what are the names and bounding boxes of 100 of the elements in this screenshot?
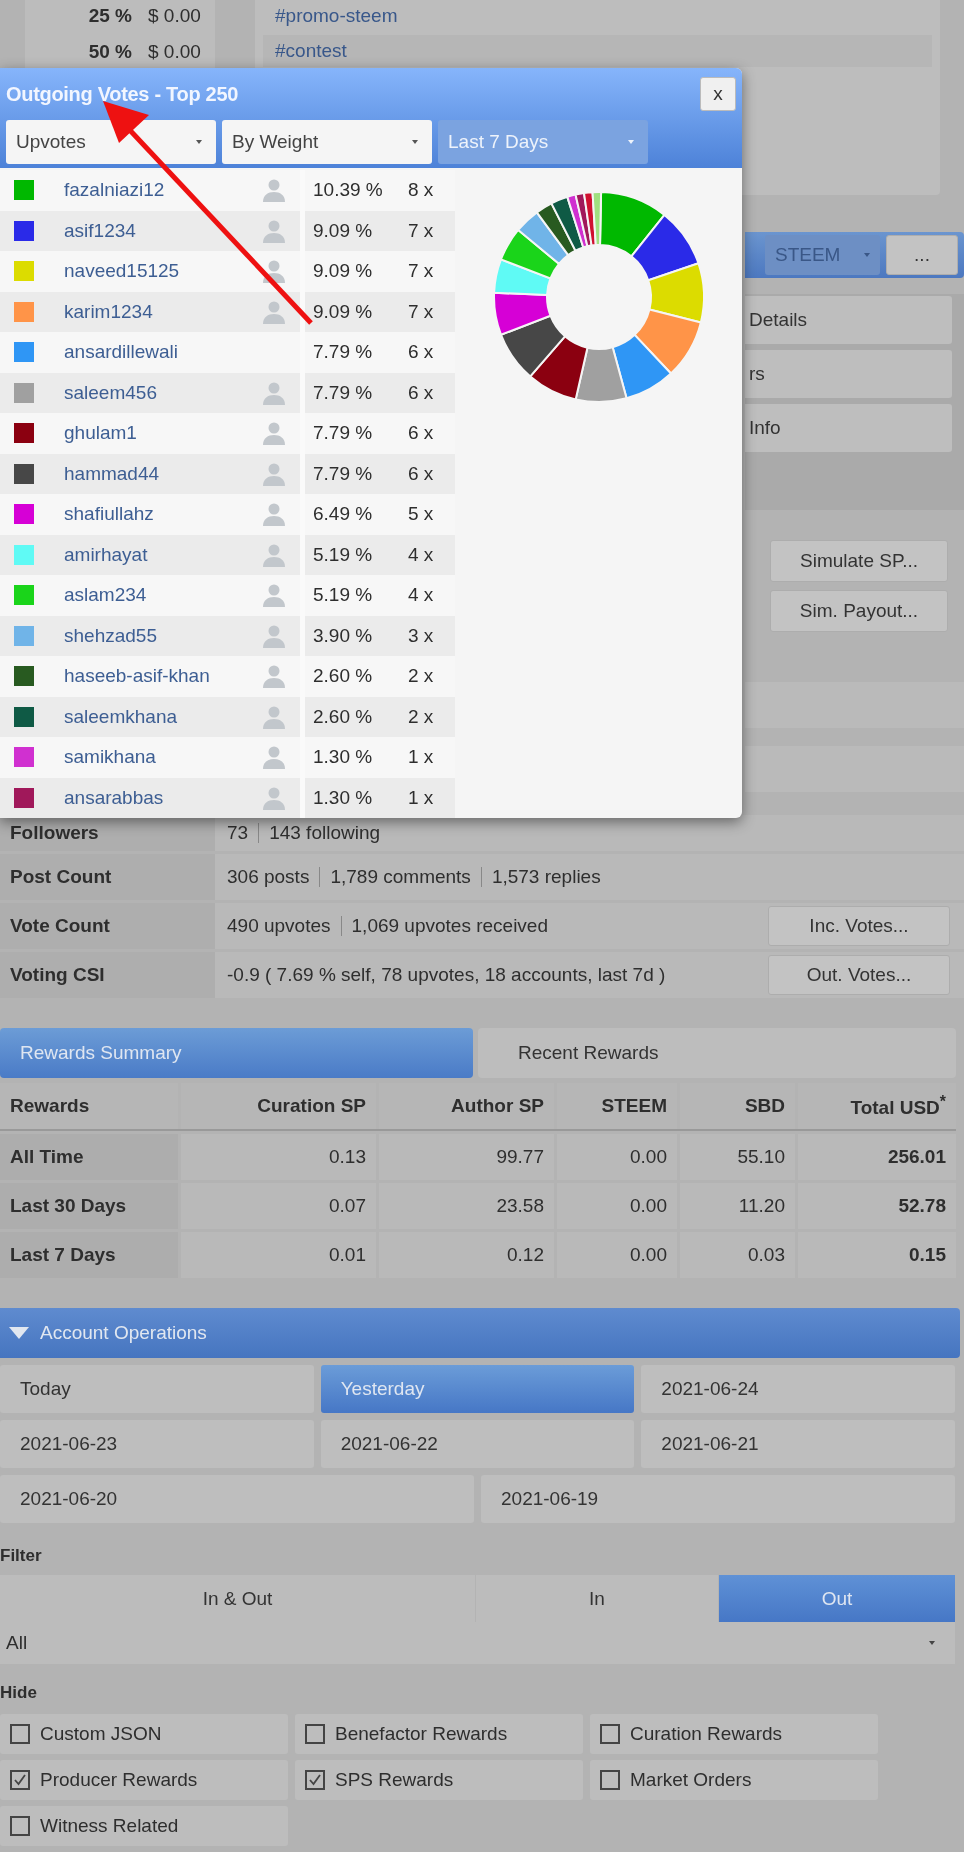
menu-button[interactable]: Details: [745, 296, 952, 344]
vote-count: 6 x: [408, 462, 434, 485]
filter-toggle[interactable]: In: [476, 1575, 718, 1622]
account-link[interactable]: naveed15125: [64, 260, 180, 283]
vote-count: 6 x: [408, 381, 434, 404]
table-cell: 11.20: [680, 1183, 795, 1229]
table-cell: 55.10: [680, 1134, 795, 1180]
votes-button[interactable]: Out. Votes...: [768, 955, 950, 995]
checkbox-option[interactable]: Market Orders: [590, 1760, 878, 1800]
tag-link[interactable]: #promo-steem: [275, 5, 398, 27]
checkbox[interactable]: [600, 1724, 620, 1744]
table-cell: Last 7 Days: [0, 1232, 178, 1278]
vote-count: 7 x: [408, 300, 434, 323]
close-button[interactable]: x: [700, 77, 736, 111]
date-button[interactable]: 2021-06-24: [641, 1365, 955, 1413]
vote-count: 6 x: [408, 341, 434, 364]
votes-button[interactable]: Inc. Votes...: [768, 906, 950, 946]
account-link[interactable]: ghulam1: [64, 422, 137, 445]
share-value: 3.90 %: [313, 624, 373, 647]
table-cell: 23.58: [379, 1183, 554, 1229]
share-value: 5.19 %: [313, 584, 373, 607]
share-value: 9.09 %: [313, 260, 373, 283]
checkbox-option[interactable]: Custom JSON: [0, 1714, 288, 1754]
checkbox-option[interactable]: Witness Related: [0, 1806, 288, 1846]
filter-label: Filter: [0, 1545, 43, 1567]
section-title: Account Operations: [40, 1322, 207, 1344]
vote-count: 1 x: [408, 786, 434, 809]
stat-label: Vote Count: [0, 903, 215, 949]
dropdown[interactable]: Upvotes: [6, 120, 216, 164]
vote-count: 3 x: [408, 624, 434, 647]
date-button[interactable]: 2021-06-23: [0, 1420, 314, 1468]
share-value: 1.30 %: [313, 746, 373, 769]
share-value: 2.60 %: [313, 705, 373, 728]
share-value: 10.39 %: [313, 179, 383, 202]
stat-label: Voting CSI: [0, 952, 215, 998]
vote-count: 2 x: [408, 665, 434, 688]
share-value: 7.79 %: [313, 341, 373, 364]
table-cell: All Time: [0, 1134, 178, 1180]
menu-button[interactable]: rs: [745, 350, 952, 398]
stat-value: 1,069 upvotes received: [351, 915, 548, 937]
table-cell: 52.78: [798, 1183, 956, 1229]
stat-value: 143 following: [269, 822, 381, 844]
checkbox-option[interactable]: Benefactor Rewards: [295, 1714, 583, 1754]
simulate-button[interactable]: Simulate SP...: [770, 540, 948, 582]
vote-count: 7 x: [408, 260, 434, 283]
simulate-button[interactable]: Sim. Payout...: [770, 590, 948, 632]
vote-count: 5 x: [408, 503, 434, 526]
table-cell-text: 25 %: [87, 5, 133, 27]
stat-value: 1,789 comments: [330, 866, 471, 888]
hide-label: Hide: [0, 1682, 38, 1704]
account-link[interactable]: ansardillewali: [64, 341, 179, 364]
tag-link[interactable]: #contest: [275, 40, 347, 62]
checkbox[interactable]: [10, 1724, 30, 1744]
dialog-title: Outgoing Votes - Top 250: [6, 82, 239, 106]
table-cell: 0.15: [798, 1232, 956, 1278]
more-button[interactable]: ...: [886, 235, 958, 275]
share-value: 6.49 %: [313, 503, 373, 526]
stat-label: Post Count: [0, 854, 215, 900]
share-value: 7.79 %: [313, 381, 373, 404]
account-link[interactable]: samikhana: [64, 746, 156, 769]
table-cell: 0.07: [181, 1183, 376, 1229]
account-link[interactable]: aslam234: [64, 584, 147, 607]
vote-count: 6 x: [408, 422, 434, 445]
share-value: 7.79 %: [313, 462, 373, 485]
checkbox-option[interactable]: Curation Rewards: [590, 1714, 878, 1754]
vote-count: 8 x: [408, 179, 434, 202]
checkbox-option[interactable]: SPS Rewards: [295, 1760, 583, 1800]
vote-count: 4 x: [408, 543, 434, 566]
account-link[interactable]: karim1234: [64, 300, 153, 323]
share-value: 9.09 %: [313, 300, 373, 323]
date-button[interactable]: Today: [0, 1365, 314, 1413]
date-button[interactable]: 2021-06-22: [320, 1420, 635, 1468]
rewards-tab[interactable]: Recent Rewards: [478, 1028, 956, 1078]
checkbox[interactable]: [600, 1770, 620, 1790]
account-link[interactable]: amirhayat: [64, 543, 148, 566]
checkbox[interactable]: [10, 1816, 30, 1836]
account-link[interactable]: asif1234: [64, 219, 136, 242]
filter-toggle[interactable]: In & Out: [0, 1575, 475, 1622]
vote-count: 4 x: [408, 584, 434, 607]
date-button[interactable]: 2021-06-19: [481, 1475, 955, 1523]
account-link[interactable]: haseeb-asif-khan: [64, 665, 210, 688]
stat-value: -0.9 ( 7.69 % self, 78 upvotes, 18 accounts, last 7d ): [227, 964, 666, 986]
table-cell: Last 30 Days: [0, 1183, 178, 1229]
type-select[interactable]: All: [0, 1622, 955, 1664]
date-button[interactable]: 2021-06-20: [0, 1475, 474, 1523]
vote-count: 7 x: [408, 219, 434, 242]
account-link[interactable]: fazalniazi12: [64, 179, 165, 202]
table-cell: 0.00: [557, 1134, 677, 1180]
table-cell: 0.12: [379, 1232, 554, 1278]
menu-button[interactable]: Info: [745, 404, 952, 452]
checkbox[interactable]: [305, 1770, 325, 1790]
date-button[interactable]: 2021-06-21: [641, 1420, 955, 1468]
collapse-icon: [8, 1326, 30, 1340]
checkbox[interactable]: [10, 1770, 30, 1790]
checkbox[interactable]: [305, 1724, 325, 1744]
stat-value: 1,573 replies: [491, 866, 601, 888]
table-cell: 0.00: [557, 1183, 677, 1229]
checkbox-option[interactable]: Producer Rewards: [0, 1760, 288, 1800]
dropdown[interactable]: By Weight: [222, 120, 432, 164]
account-link[interactable]: shafiullahz: [64, 503, 154, 526]
